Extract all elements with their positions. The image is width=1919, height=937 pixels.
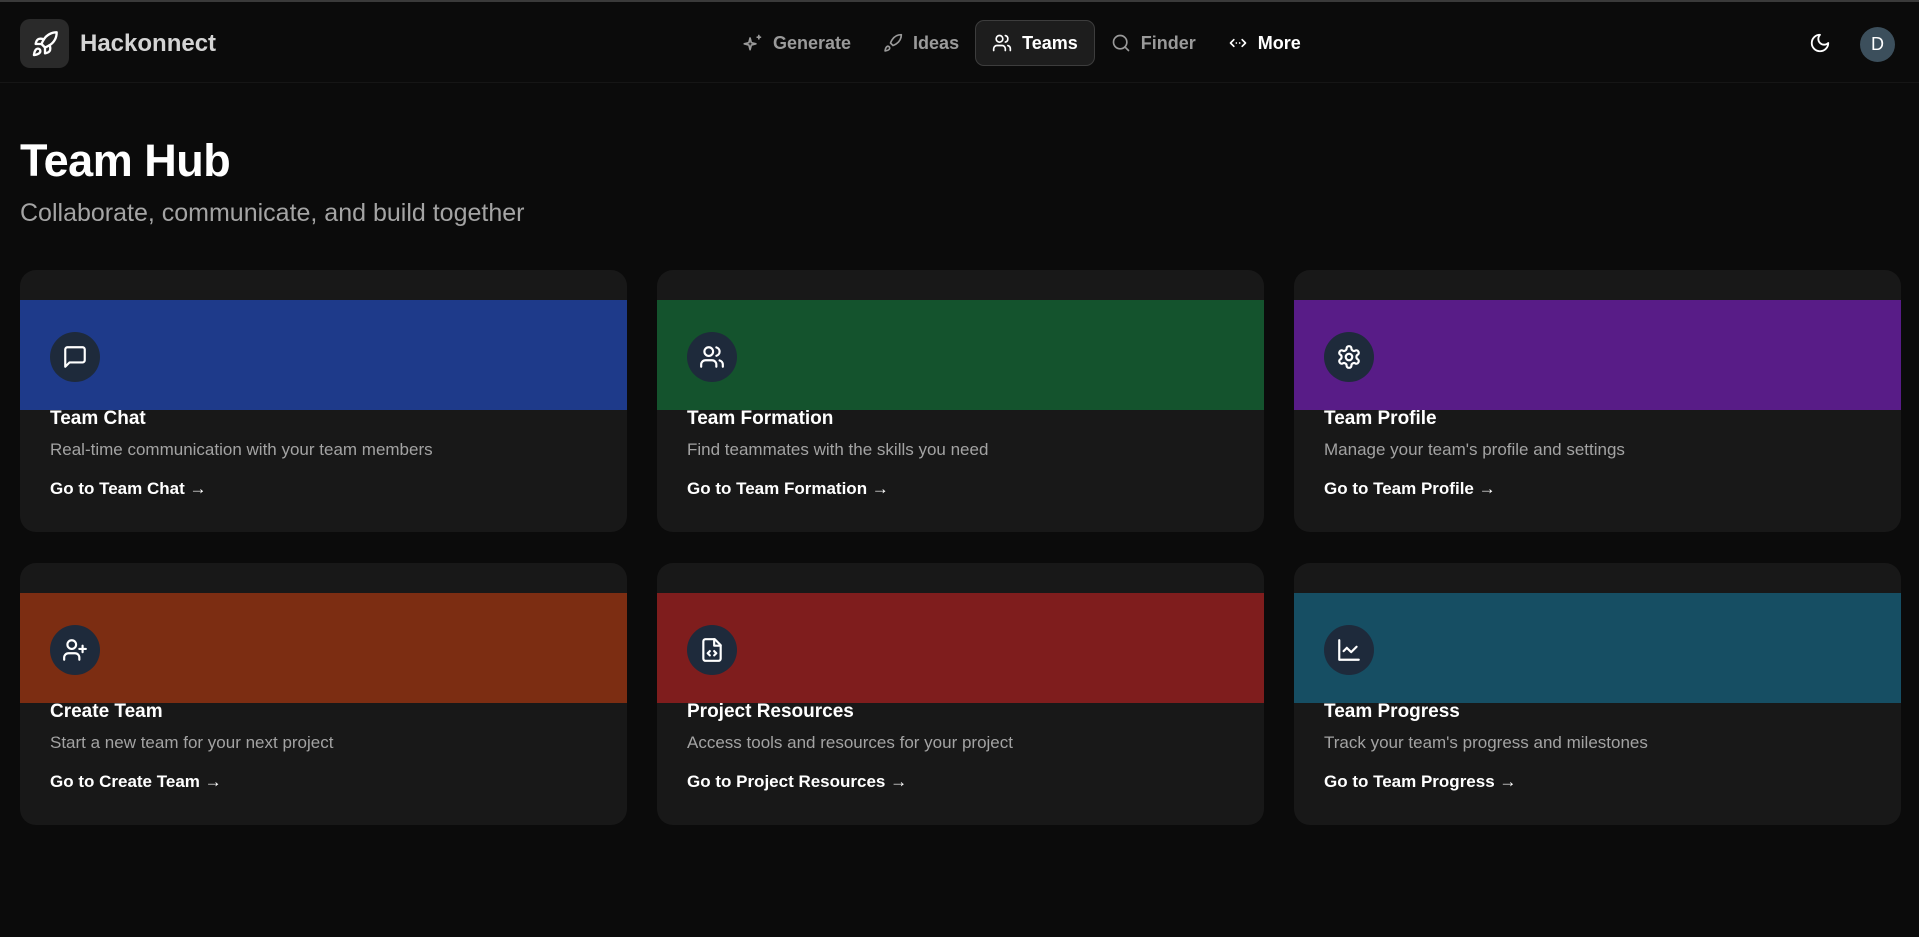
users-icon [992,34,1012,52]
card-banner [1294,300,1901,410]
card-description: Find teammates with the skills you need [687,440,989,459]
card-link[interactable]: Go to Team Progress → [1324,772,1516,792]
card-banner [657,300,1264,410]
card-team-chat[interactable]: Team Chat Real-time communication with y… [20,270,627,532]
card-description: Real-time communication with your team m… [50,440,433,459]
rocket-icon [884,33,903,52]
nav-item-label: Finder [1140,32,1196,53]
search-icon [1112,34,1130,52]
page-title: Team Hub [20,135,231,186]
card-title: Project Resources [687,701,854,722]
user-avatar[interactable]: D [1860,27,1895,62]
user-plus-icon [63,639,87,661]
gear-icon [1338,345,1360,369]
theme-toggle-button[interactable] [1809,32,1833,56]
card-icon [687,332,737,382]
main-nav: Generate Ideas Teams Finder More [727,20,1317,66]
card-title: Team Formation [687,408,834,429]
nav-item-label: Ideas [913,32,960,53]
card-description: Start a new team for your next project [50,733,334,752]
nav-item-more[interactable]: More [1212,20,1317,66]
card-link[interactable]: Go to Team Formation → [687,479,889,499]
card-icon [687,625,737,675]
app-name[interactable]: Hackonnect [80,30,216,58]
card-link[interactable]: Go to Team Profile → [1324,479,1496,499]
card-description: Access tools and resources for your proj… [687,733,1013,752]
users-icon [700,346,724,368]
card-title: Create Team [50,701,163,722]
feature-card-grid: Team Chat Real-time communication with y… [20,270,1901,825]
message-square-icon [64,346,86,368]
card-banner [657,593,1264,703]
card-title: Team Progress [1324,701,1460,722]
card-team-profile[interactable]: Team Profile Manage your team's profile … [1294,270,1901,532]
nav-item-label: Teams [1022,32,1078,53]
card-icon [50,332,100,382]
card-link[interactable]: Go to Create Team → [50,772,222,792]
card-banner [20,300,627,410]
nav-item-generate[interactable]: Generate [727,20,867,66]
line-chart-icon [1338,639,1360,661]
card-icon [1324,625,1374,675]
card-icon [50,625,100,675]
nav-item-ideas[interactable]: Ideas [867,20,975,66]
card-link[interactable]: Go to Project Resources → [687,772,907,792]
card-project-resources[interactable]: Project Resources Access tools and resou… [657,563,1264,825]
card-banner [1294,593,1901,703]
card-description: Track your team's progress and milestone… [1324,733,1648,752]
card-team-progress[interactable]: Team Progress Track your team's progress… [1294,563,1901,825]
top-navbar: Hackonnect Generate Ideas Teams Finder M… [0,2,1919,83]
sparkles-icon [743,34,762,51]
nav-item-label: More [1257,32,1301,53]
nav-item-finder[interactable]: Finder [1095,20,1212,66]
card-create-team[interactable]: Create Team Start a new team for your ne… [20,563,627,825]
card-description: Manage your team's profile and settings [1324,440,1625,459]
logo-button[interactable] [20,19,69,68]
rocket-icon [32,30,58,56]
code-arrows-icon [1229,38,1247,48]
card-title: Team Chat [50,408,146,429]
card-title: Team Profile [1324,408,1437,429]
card-link[interactable]: Go to Team Chat → [50,479,206,499]
card-team-formation[interactable]: Team Formation Find teammates with the s… [657,270,1264,532]
page-subtitle: Collaborate, communicate, and build toge… [20,199,525,227]
file-code-icon [702,638,722,662]
nav-item-label: Generate [773,32,852,53]
card-icon [1324,332,1374,382]
moon-icon [1810,33,1830,53]
card-banner [20,593,627,703]
nav-item-teams[interactable]: Teams [975,20,1095,66]
